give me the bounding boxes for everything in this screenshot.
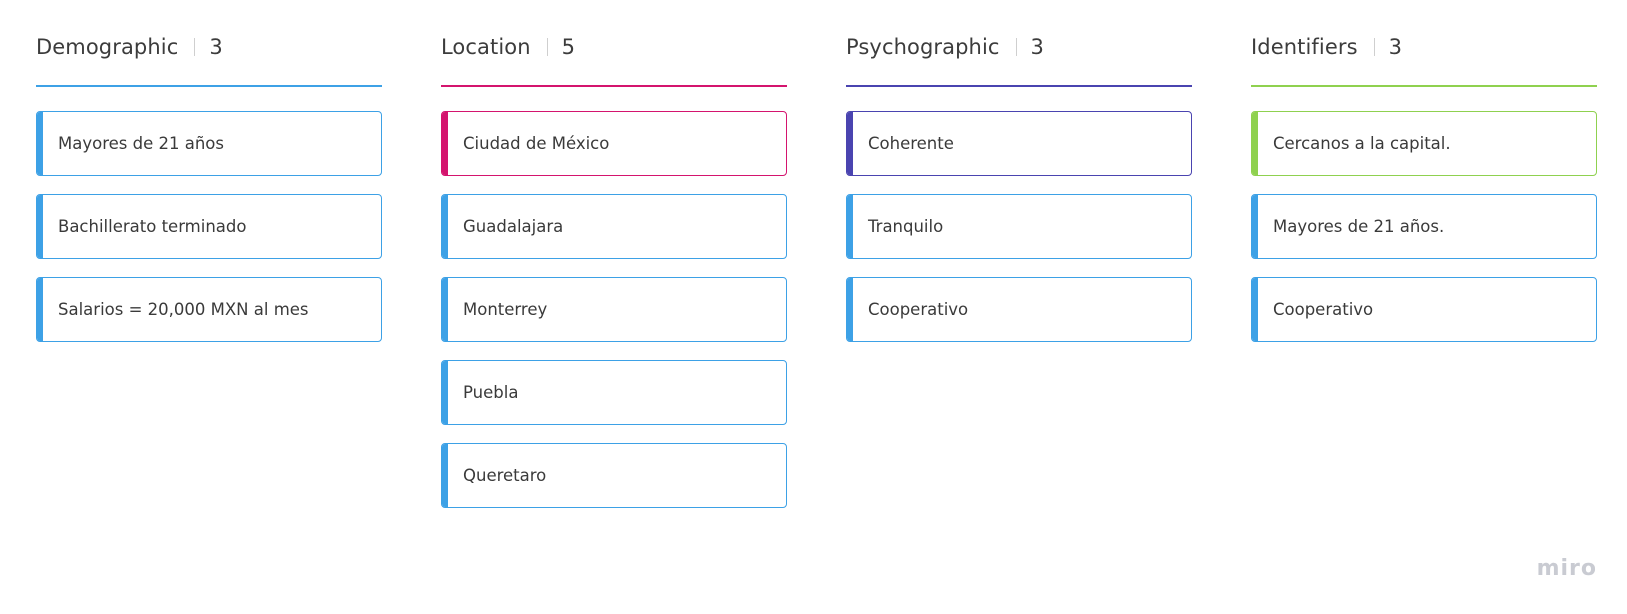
card[interactable]: Mayores de 21 años: [36, 111, 382, 176]
card-accent-bar: [847, 278, 853, 341]
header-divider: [546, 38, 548, 56]
card[interactable]: Mayores de 21 años.: [1251, 194, 1597, 259]
column-underline: [1251, 85, 1597, 87]
column-header[interactable]: Psychographic 3: [846, 31, 1044, 63]
card-accent-bar: [442, 195, 448, 258]
header-divider: [194, 38, 196, 56]
card[interactable]: Guadalajara: [441, 194, 787, 259]
card-text: Ciudad de México: [463, 134, 610, 153]
card[interactable]: Bachillerato terminado: [36, 194, 382, 259]
card[interactable]: Queretaro: [441, 443, 787, 508]
card-text: Mayores de 21 años: [58, 134, 224, 153]
card[interactable]: Cooperativo: [846, 277, 1192, 342]
card[interactable]: Cooperativo: [1251, 277, 1597, 342]
card-accent-bar: [442, 361, 448, 424]
card-accent-bar: [847, 195, 853, 258]
card-text: Puebla: [463, 383, 519, 402]
card-text: Guadalajara: [463, 217, 564, 236]
card-text: Cooperativo: [868, 300, 969, 319]
card-text: Monterrey: [463, 300, 548, 319]
card[interactable]: Puebla: [441, 360, 787, 425]
column-title: Psychographic: [846, 35, 1000, 59]
column-header[interactable]: Demographic 3: [36, 31, 223, 63]
column-header[interactable]: Location 5: [441, 31, 575, 63]
card-text: Cooperativo: [1273, 300, 1374, 319]
column-count: 3: [209, 35, 223, 59]
card-text: Cercanos a la capital.: [1273, 134, 1451, 153]
column-title: Location: [441, 35, 531, 59]
column-underline: [846, 85, 1192, 87]
card-text: Coherente: [868, 134, 954, 153]
card[interactable]: Tranquilo: [846, 194, 1192, 259]
card-accent-bar: [1252, 112, 1258, 175]
column-count: 3: [1030, 35, 1044, 59]
column-underline: [36, 85, 382, 87]
card[interactable]: Ciudad de México: [441, 111, 787, 176]
card-accent-bar: [442, 444, 448, 507]
column-header[interactable]: Identifiers 3: [1251, 31, 1402, 63]
kanban-board: Demographic 3 Mayores de 21 años Bachill…: [0, 0, 1627, 614]
card[interactable]: Monterrey: [441, 277, 787, 342]
card-accent-bar: [847, 112, 853, 175]
card-accent-bar: [37, 278, 43, 341]
card-accent-bar: [37, 195, 43, 258]
card-accent-bar: [442, 278, 448, 341]
card-accent-bar: [1252, 195, 1258, 258]
column-title: Identifiers: [1251, 35, 1358, 59]
header-divider: [1015, 38, 1017, 56]
header-divider: [1373, 38, 1375, 56]
card-accent-bar: [37, 112, 43, 175]
card[interactable]: Coherente: [846, 111, 1192, 176]
column-underline: [441, 85, 787, 87]
column-count: 3: [1388, 35, 1403, 59]
column-title: Demographic: [36, 35, 179, 59]
card-accent-bar: [1252, 278, 1258, 341]
miro-logo: miro: [1536, 556, 1597, 581]
card-text: Mayores de 21 años.: [1273, 217, 1445, 236]
card-text: Salarios = 20,000 MXN al mes: [58, 300, 309, 319]
card-accent-bar: [442, 112, 448, 175]
card[interactable]: Salarios = 20,000 MXN al mes: [36, 277, 382, 342]
column-count: 5: [561, 35, 575, 59]
card-text: Queretaro: [463, 466, 547, 485]
card-text: Bachillerato terminado: [58, 217, 247, 236]
card-text: Tranquilo: [868, 217, 944, 236]
card[interactable]: Cercanos a la capital.: [1251, 111, 1597, 176]
